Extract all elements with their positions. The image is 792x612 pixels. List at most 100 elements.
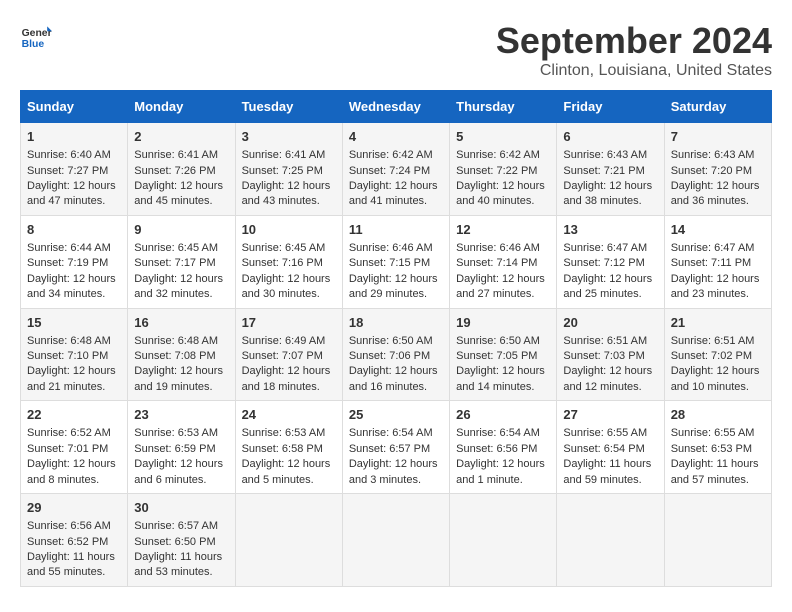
day-number: 4	[349, 128, 443, 146]
sunset-text: Sunset: 6:56 PM	[456, 442, 550, 457]
sunrise-text: Sunrise: 6:51 AM	[671, 334, 765, 349]
sunrise-text: Sunrise: 6:42 AM	[349, 148, 443, 163]
sunset-text: Sunset: 6:50 PM	[134, 535, 228, 550]
sunrise-text: Sunrise: 6:57 AM	[134, 519, 228, 534]
calendar-cell	[235, 494, 342, 587]
sunset-text: Sunset: 7:21 PM	[563, 164, 657, 179]
sunrise-text: Sunrise: 6:53 AM	[134, 426, 228, 441]
sunrise-text: Sunrise: 6:55 AM	[671, 426, 765, 441]
sunset-text: Sunset: 7:02 PM	[671, 349, 765, 364]
sunrise-text: Sunrise: 6:47 AM	[671, 241, 765, 256]
sunset-text: Sunset: 6:52 PM	[27, 535, 121, 550]
daylight-text: Daylight: 12 hours and 34 minutes.	[27, 272, 121, 303]
daylight-text: Daylight: 12 hours and 5 minutes.	[242, 457, 336, 488]
sunrise-text: Sunrise: 6:46 AM	[456, 241, 550, 256]
sunset-text: Sunset: 6:57 PM	[349, 442, 443, 457]
day-header-thursday: Thursday	[450, 91, 557, 123]
sunrise-text: Sunrise: 6:50 AM	[456, 334, 550, 349]
day-number: 30	[134, 499, 228, 517]
day-number: 1	[27, 128, 121, 146]
sunset-text: Sunset: 7:22 PM	[456, 164, 550, 179]
day-number: 22	[27, 406, 121, 424]
sunrise-text: Sunrise: 6:54 AM	[349, 426, 443, 441]
calendar-cell: 25Sunrise: 6:54 AMSunset: 6:57 PMDayligh…	[342, 401, 449, 494]
sunset-text: Sunset: 7:26 PM	[134, 164, 228, 179]
day-number: 5	[456, 128, 550, 146]
day-number: 28	[671, 406, 765, 424]
calendar-cell: 28Sunrise: 6:55 AMSunset: 6:53 PMDayligh…	[664, 401, 771, 494]
sunset-text: Sunset: 6:53 PM	[671, 442, 765, 457]
sunrise-text: Sunrise: 6:41 AM	[242, 148, 336, 163]
sunrise-text: Sunrise: 6:56 AM	[27, 519, 121, 534]
sunset-text: Sunset: 7:12 PM	[563, 256, 657, 271]
sunrise-text: Sunrise: 6:46 AM	[349, 241, 443, 256]
calendar-cell: 30Sunrise: 6:57 AMSunset: 6:50 PMDayligh…	[128, 494, 235, 587]
calendar-cell: 11Sunrise: 6:46 AMSunset: 7:15 PMDayligh…	[342, 215, 449, 308]
daylight-text: Daylight: 12 hours and 36 minutes.	[671, 179, 765, 210]
sunset-text: Sunset: 7:19 PM	[27, 256, 121, 271]
day-number: 26	[456, 406, 550, 424]
sunrise-text: Sunrise: 6:45 AM	[242, 241, 336, 256]
daylight-text: Daylight: 12 hours and 19 minutes.	[134, 364, 228, 395]
daylight-text: Daylight: 12 hours and 12 minutes.	[563, 364, 657, 395]
day-number: 23	[134, 406, 228, 424]
calendar-table: SundayMondayTuesdayWednesdayThursdayFrid…	[20, 90, 772, 587]
week-row-3: 15Sunrise: 6:48 AMSunset: 7:10 PMDayligh…	[21, 308, 772, 401]
sunrise-text: Sunrise: 6:47 AM	[563, 241, 657, 256]
sunrise-text: Sunrise: 6:49 AM	[242, 334, 336, 349]
daylight-text: Daylight: 12 hours and 38 minutes.	[563, 179, 657, 210]
sunrise-text: Sunrise: 6:41 AM	[134, 148, 228, 163]
calendar-cell: 24Sunrise: 6:53 AMSunset: 6:58 PMDayligh…	[235, 401, 342, 494]
calendar-cell: 1Sunrise: 6:40 AMSunset: 7:27 PMDaylight…	[21, 123, 128, 216]
sunrise-text: Sunrise: 6:40 AM	[27, 148, 121, 163]
month-title: September 2024	[496, 20, 772, 62]
calendar-cell	[557, 494, 664, 587]
sunset-text: Sunset: 6:59 PM	[134, 442, 228, 457]
day-number: 11	[349, 221, 443, 239]
day-number: 9	[134, 221, 228, 239]
sunset-text: Sunset: 7:17 PM	[134, 256, 228, 271]
calendar-cell: 27Sunrise: 6:55 AMSunset: 6:54 PMDayligh…	[557, 401, 664, 494]
calendar-cell: 6Sunrise: 6:43 AMSunset: 7:21 PMDaylight…	[557, 123, 664, 216]
sunset-text: Sunset: 7:06 PM	[349, 349, 443, 364]
calendar-cell: 10Sunrise: 6:45 AMSunset: 7:16 PMDayligh…	[235, 215, 342, 308]
calendar-cell: 26 Sunrise: 6:54 AMSunset: 6:56 PMDayligh…	[450, 401, 557, 494]
svg-text:Blue: Blue	[22, 39, 45, 50]
sunrise-text: Sunrise: 6:55 AM	[563, 426, 657, 441]
calendar-cell: 5Sunrise: 6:42 AMSunset: 7:22 PMDaylight…	[450, 123, 557, 216]
sunrise-text: Sunrise: 6:54 AM	[456, 426, 550, 441]
day-number: 27	[563, 406, 657, 424]
day-number: 15	[27, 314, 121, 332]
calendar-cell: 8Sunrise: 6:44 AMSunset: 7:19 PMDaylight…	[21, 215, 128, 308]
daylight-text: Daylight: 12 hours and 47 minutes.	[27, 179, 121, 210]
calendar-cell: 7Sunrise: 6:43 AMSunset: 7:20 PMDaylight…	[664, 123, 771, 216]
calendar-cell	[664, 494, 771, 587]
calendar-cell: 18Sunrise: 6:50 AMSunset: 7:06 PMDayligh…	[342, 308, 449, 401]
calendar-cell	[450, 494, 557, 587]
logo: General Blue	[20, 20, 52, 52]
daylight-text: Daylight: 12 hours and 23 minutes.	[671, 272, 765, 303]
daylight-text: Daylight: 12 hours and 41 minutes.	[349, 179, 443, 210]
calendar-cell: 29Sunrise: 6:56 AMSunset: 6:52 PMDayligh…	[21, 494, 128, 587]
sunset-text: Sunset: 7:03 PM	[563, 349, 657, 364]
sunrise-text: Sunrise: 6:52 AM	[27, 426, 121, 441]
week-row-1: 1Sunrise: 6:40 AMSunset: 7:27 PMDaylight…	[21, 123, 772, 216]
sunrise-text: Sunrise: 6:50 AM	[349, 334, 443, 349]
week-row-5: 29Sunrise: 6:56 AMSunset: 6:52 PMDayligh…	[21, 494, 772, 587]
day-number: 3	[242, 128, 336, 146]
sunset-text: Sunset: 7:10 PM	[27, 349, 121, 364]
daylight-text: Daylight: 12 hours and 1 minute.	[456, 457, 550, 488]
day-header-saturday: Saturday	[664, 91, 771, 123]
daylight-text: Daylight: 12 hours and 25 minutes.	[563, 272, 657, 303]
sunrise-text: Sunrise: 6:51 AM	[563, 334, 657, 349]
day-number: 19	[456, 314, 550, 332]
sunset-text: Sunset: 7:07 PM	[242, 349, 336, 364]
day-header-friday: Friday	[557, 91, 664, 123]
daylight-text: Daylight: 12 hours and 3 minutes.	[349, 457, 443, 488]
sunrise-text: Sunrise: 6:42 AM	[456, 148, 550, 163]
sunset-text: Sunset: 6:58 PM	[242, 442, 336, 457]
daylight-text: Daylight: 12 hours and 29 minutes.	[349, 272, 443, 303]
day-number: 14	[671, 221, 765, 239]
calendar-cell: 15Sunrise: 6:48 AMSunset: 7:10 PMDayligh…	[21, 308, 128, 401]
week-row-2: 8Sunrise: 6:44 AMSunset: 7:19 PMDaylight…	[21, 215, 772, 308]
